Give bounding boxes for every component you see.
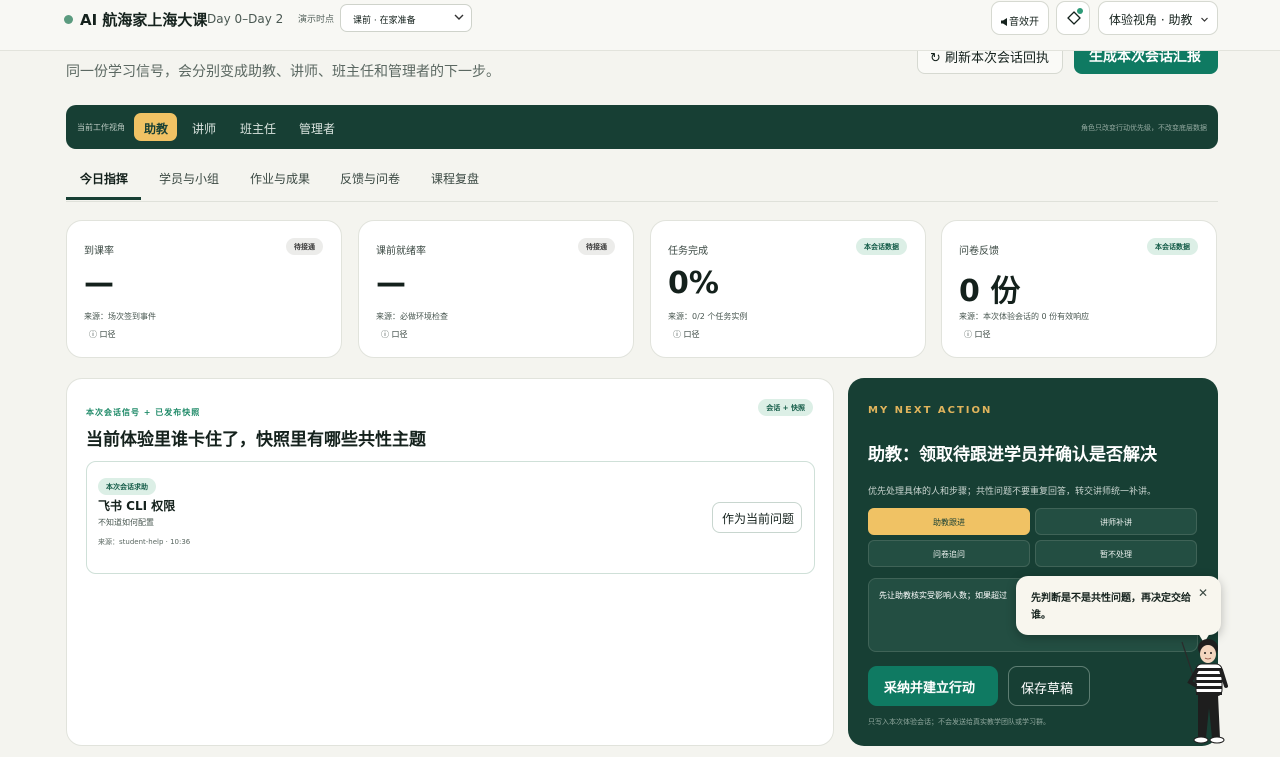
status-badge: 本会话数据 [856,238,907,255]
speaker-icon [1001,18,1007,26]
set-current-issue-button[interactable]: 作为当前问题 [712,502,802,533]
stat-card-attendance: 到课率 待接通 — 来源：场次签到事件 ⓘ 口径 [66,220,342,358]
stat-value: — [84,266,114,301]
stat-value: 0 份 [959,274,1021,309]
save-draft-button[interactable]: 保存草稿 [1008,666,1090,706]
page-subtitle: 同一份学习信号，会分别变成助教、讲师、班主任和管理者的下一步。 [66,64,500,80]
panel-kicker: 本次会话信号 + 已发布快照 [86,408,201,417]
sound-toggle-label: 音效开 [1009,17,1039,28]
status-badge: 本次会话求助 [98,478,156,495]
next-action-title: 助教：领取待跟进学员并确认是否解决 [868,445,1157,465]
tab-students-groups[interactable]: 学员与小组 [159,170,219,187]
next-action-desc: 优先处理具体的人和步骤；共性问题不要重复回答，转交讲师统一补讲。 [868,487,1157,497]
status-badge: 本会话数据 [1147,238,1198,255]
role-tab-assistant[interactable]: 助教 [134,113,177,141]
guide-tooltip-text: 先判断是不是共性问题，再决定交给谁。 [1031,593,1191,621]
help-request-card: 本次会话求助 飞书 CLI 权限 不知道如何配置 来源：student-help… [86,461,815,574]
panel-kicker: MY NEXT ACTION [868,405,993,416]
notification-button[interactable] [1056,1,1090,35]
action-footnote: 只写入本次体验会话；不会发送给真实教学团队或学习群。 [868,718,1050,726]
metric-definition-link[interactable]: ⓘ 口径 [964,329,991,340]
tab-today-command[interactable]: 今日指挥 [80,170,128,187]
role-bar-note: 角色只改变行动优先级，不改变底层数据 [1081,124,1207,132]
session-signals-panel: 本次会话信号 + 已发布快照 当前体验里谁卡住了，快照里有哪些共性主题 会话 +… [66,378,834,746]
stat-title: 任务完成 [668,246,708,257]
chevron-down-icon [1201,17,1208,22]
status-badge: 待接通 [578,238,615,255]
stat-source: 来源：0/2 个任务实例 [668,312,748,321]
help-request-title: 飞书 CLI 权限 [98,499,176,513]
demo-time-select[interactable]: 课前 · 在家准备 [340,4,472,32]
refresh-icon: ↻ [930,51,946,66]
notification-dot-icon [1077,8,1083,14]
brand-dot-icon [64,15,73,24]
top-header: AI 航海家上海大课 Day 0–Day 2 演示时点 课前 · 在家准备 音效… [0,0,1280,51]
adopt-action-button[interactable]: 采纳并建立行动 [868,666,998,706]
role-select-button[interactable]: 体验视角 · 助教 [1098,1,1218,35]
help-request-meta: 来源：student-help · 10:36 [98,538,191,546]
status-badge: 待接通 [286,238,323,255]
metric-definition-link[interactable]: ⓘ 口径 [673,329,700,340]
panel-title: 当前体验里谁卡住了，快照里有哪些共性主题 [86,430,426,450]
metric-definition-link[interactable]: ⓘ 口径 [89,329,116,340]
tab-course-review[interactable]: 课程复盘 [431,170,479,187]
stat-title: 问卷反馈 [959,246,999,257]
stat-title: 课前就绪率 [376,246,426,257]
help-request-desc: 不知道如何配置 [98,518,154,527]
option-assistant-follow-up[interactable]: 助教跟进 [868,508,1030,535]
stat-card-readiness: 课前就绪率 待接通 — 来源：必做环境检查 ⓘ 口径 [358,220,634,358]
close-icon[interactable]: ✕ [1198,586,1208,600]
stat-value: 0% [668,266,719,301]
role-tab-manager[interactable]: 管理者 [289,113,344,141]
mascot-character-icon [1181,639,1228,744]
active-tab-indicator [66,197,141,200]
role-bar-label: 当前工作视角 [77,123,125,132]
stat-card-task-completion: 任务完成 本会话数据 0% 来源：0/2 个任务实例 ⓘ 口径 [650,220,926,358]
app-title: AI 航海家上海大课 [80,11,208,29]
option-lecturer-supplement[interactable]: 讲师补讲 [1035,508,1197,535]
tab-homework-results[interactable]: 作业与成果 [250,170,310,187]
refresh-receipt-label: 刷新本次会话回执 [945,51,1050,66]
guide-tooltip: 先判断是不是共性问题，再决定交给谁。 ✕ [1016,576,1221,643]
stat-value: — [376,266,406,301]
sound-toggle-button[interactable]: 音效开 [991,1,1049,35]
option-skip[interactable]: 暂不处理 [1035,540,1197,567]
role-tab-head-teacher[interactable]: 班主任 [230,113,285,141]
chevron-down-icon [454,14,464,20]
stat-card-survey-feedback: 问卷反馈 本会话数据 0 份 来源：本次体验会话的 0 份有效响应 ⓘ 口径 [941,220,1217,358]
main-tabs: 今日指挥 学员与小组 作业与成果 反馈与问卷 课程复盘 [66,160,1218,202]
demo-time-label: 演示时点 [298,15,335,25]
stat-source: 来源：必做环境检查 [376,312,448,321]
role-bar: 当前工作视角 助教 讲师 班主任 管理者 角色只改变行动优先级，不改变底层数据 [66,105,1218,149]
option-survey-follow-up[interactable]: 问卷追问 [868,540,1030,567]
next-action-panel: MY NEXT ACTION 助教：领取待跟进学员并确认是否解决 优先处理具体的… [848,378,1218,746]
demo-time-value: 课前 · 在家准备 [353,16,416,26]
role-tab-lecturer[interactable]: 讲师 [182,113,225,141]
app-subtitle: Day 0–Day 2 [207,12,284,26]
metric-definition-link[interactable]: ⓘ 口径 [381,329,408,340]
stat-source: 来源：场次签到事件 [84,312,156,321]
status-badge: 会话 + 快照 [758,399,813,416]
stat-title: 到课率 [84,246,114,257]
role-select-label: 体验视角 · 助教 [1109,13,1193,27]
tab-feedback-survey[interactable]: 反馈与问卷 [340,170,400,187]
stat-source: 来源：本次体验会话的 0 份有效响应 [959,312,1090,321]
